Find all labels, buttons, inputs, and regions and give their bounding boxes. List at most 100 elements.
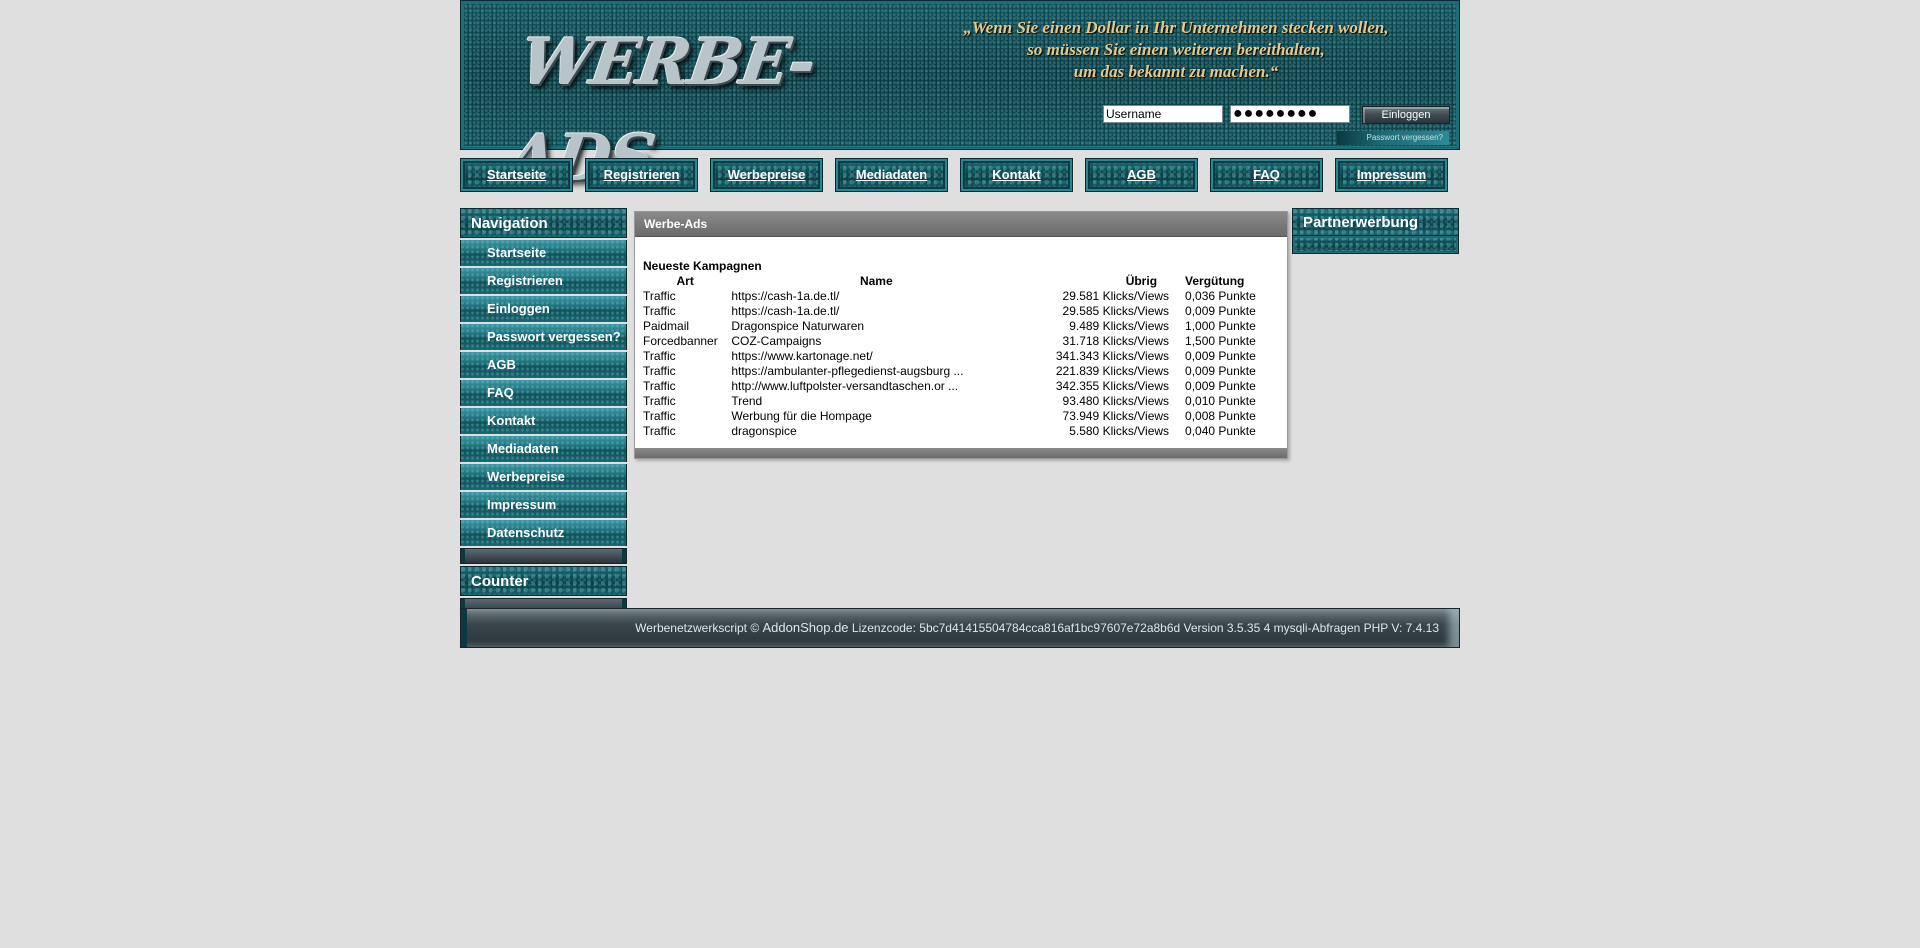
table-row: Traffic Trend 93.480 Klicks/Views 0,010 Pun… [641, 393, 1287, 408]
topnav-werbepreise[interactable]: Werbepreise [710, 158, 823, 192]
footer-info: Lizenzcode: 5bc7d41415504784cca816af1bc9… [851, 621, 1439, 635]
sidebar-item-kontakt[interactable]: Kontakt [460, 408, 627, 434]
cell-name: COZ-Campaigns [731, 333, 822, 348]
footer-script-text: Werbenetzwerkscript © [635, 621, 760, 635]
topnav-registrieren[interactable]: Registrieren [585, 158, 698, 192]
cell-art: Traffic [643, 423, 676, 438]
site-logo[interactable]: WERBE-ADS [502, 15, 827, 196]
cell-uebrig: 93.480 Klicks/Views [1062, 393, 1170, 408]
cell-uebrig: 9.489 Klicks/Views [1069, 318, 1170, 333]
table-row: Traffic Werbung für die Hompage 73.949 Kli… [641, 408, 1287, 423]
table-row: Paidmail Dragonspice Naturwaren 9.489 Klic… [641, 318, 1287, 333]
cell-art: Traffic [643, 378, 676, 393]
cell-uebrig: 73.949 Klicks/Views [1062, 408, 1170, 423]
topnav-faq[interactable]: FAQ [1210, 158, 1323, 192]
table-row: Traffic https://cash-1a.de.tl/29.585 Klic… [641, 303, 1287, 318]
table-row: Traffic https://www.kartonage.net/341.343… [641, 348, 1287, 363]
cell-name: Dragonspice Naturwaren [731, 318, 865, 333]
login-button[interactable]: Einloggen [1362, 106, 1450, 124]
footer-bar: Werbenetzwerkscript © AddonShop.de Lizen… [460, 608, 1460, 648]
sidebar-item-passwort-vergessen[interactable]: Passwort vergessen? [460, 324, 627, 350]
cell-name: http://www.luftpolster-versandtaschen.or… [731, 378, 959, 393]
cell-uebrig: 29.585 Klicks/Views [1062, 303, 1170, 318]
cell-art: Traffic [643, 303, 676, 318]
cell-verguetung: 0,009 Punkte [1185, 378, 1256, 393]
header-banner: WERBE-ADS „Wenn Sie einen Dollar in Ihr … [460, 0, 1460, 196]
column-header-verguetung: Vergütung [1185, 273, 1245, 288]
partner-box: Partnerwerbung [1292, 208, 1459, 254]
sidebar-item-faq[interactable]: FAQ [460, 380, 627, 406]
cell-verguetung: 0,008 Punkte [1185, 408, 1256, 423]
partner-title: Partnerwerbung [1292, 208, 1459, 236]
cell-verguetung: 0,009 Punkte [1185, 363, 1256, 378]
cell-art: Traffic [643, 288, 676, 303]
campaign-table: Art Name Übrig Vergütung Traffic https://… [641, 273, 1287, 438]
table-header-row: Art Name Übrig Vergütung [641, 273, 1287, 288]
quote-line: so müssen Sie einen weiteren bereithalte… [1027, 40, 1325, 59]
column-header-uebrig: Übrig [1125, 273, 1158, 288]
sidebar-item-mediadaten[interactable]: Mediadaten [460, 436, 627, 462]
sidebar-item-startseite[interactable]: Startseite [460, 240, 627, 266]
table-row: Traffic http://www.luftpolster-versandtas… [641, 378, 1287, 393]
column-header-art: Art [676, 273, 694, 288]
forgot-password-link[interactable]: Passwort vergessen? [1337, 131, 1449, 145]
cell-uebrig: 5.580 Klicks/Views [1069, 423, 1170, 438]
cell-verguetung: 0,009 Punkte [1185, 348, 1256, 363]
cell-uebrig: 221.839 Klicks/Views [1055, 363, 1170, 378]
counter-title: Counter [460, 566, 627, 596]
topnav-impressum[interactable]: Impressum [1335, 158, 1448, 192]
table-row: Forcedbanner COZ-Campaigns 31.718 Klicks/V… [641, 333, 1287, 348]
section-title: Neueste Kampagnen [643, 259, 762, 273]
cell-uebrig: 31.718 Klicks/Views [1062, 333, 1170, 348]
table-row: Traffic dragonspice 5.580 Klicks/Views 0,04… [641, 423, 1287, 438]
cell-uebrig: 29.581 Klicks/Views [1062, 288, 1170, 303]
panel-footer-bar [635, 448, 1287, 458]
sidebar-item-registrieren[interactable]: Registrieren [460, 268, 627, 294]
quote-line: „Wenn Sie einen Dollar in Ihr Unternehme… [963, 18, 1389, 37]
cell-art: Traffic [643, 408, 676, 423]
footer-shop-link[interactable]: AddonShop.de [763, 620, 849, 635]
partner-body [1292, 236, 1459, 254]
sidebar-item-impressum[interactable]: Impressum [460, 492, 627, 518]
topnav-mediadaten[interactable]: Mediadaten [835, 158, 948, 192]
panel-title: Werbe-Ads [635, 212, 1287, 237]
cell-verguetung: 1,500 Punkte [1185, 333, 1256, 348]
sidebar: Navigation Startseite Registrieren Einlo… [460, 208, 627, 614]
cell-art: Traffic [643, 348, 676, 363]
cell-art: Traffic [643, 363, 676, 378]
cell-art: Forcedbanner [643, 333, 718, 348]
sidebar-item-agb[interactable]: AGB [460, 352, 627, 378]
topnav-agb[interactable]: AGB [1085, 158, 1198, 192]
cell-name: https://ambulanter-pflegedienst-augsburg… [731, 363, 964, 378]
cell-verguetung: 0,009 Punkte [1185, 303, 1256, 318]
password-input[interactable]: ●●●●●●●● [1230, 105, 1350, 123]
topnav-startseite[interactable]: Startseite [460, 158, 573, 192]
main-panel: Werbe-Ads Neueste Kampagnen Art Name Übr… [634, 211, 1288, 459]
username-input[interactable]: Username [1103, 105, 1223, 123]
cell-verguetung: 1,000 Punkte [1185, 318, 1256, 333]
cell-name: dragonspice [731, 423, 797, 438]
table-row: Traffic https://ambulanter-pflegedienst-a… [641, 363, 1287, 378]
cell-uebrig: 341.343 Klicks/Views [1055, 348, 1170, 363]
sidebar-item-einloggen[interactable]: Einloggen [460, 296, 627, 322]
quote-line: um das bekannt zu machen.“ [1073, 62, 1279, 81]
cell-art: Paidmail [643, 318, 690, 333]
sidebar-title: Navigation [460, 208, 627, 238]
column-header-name: Name [859, 273, 893, 288]
cell-name: https://cash-1a.de.tl/ [731, 288, 840, 303]
cell-uebrig: 342.355 Klicks/Views [1055, 378, 1170, 393]
topnav-kontakt[interactable]: Kontakt [960, 158, 1073, 192]
cell-name: https://www.kartonage.net/ [731, 348, 873, 363]
cell-name: Werbung für die Hompage [731, 408, 872, 423]
header-quote: „Wenn Sie einen Dollar in Ihr Unternehme… [916, 17, 1436, 83]
sidebar-item-werbepreise[interactable]: Werbepreise [460, 464, 627, 490]
cell-name: Trend [731, 393, 763, 408]
cell-verguetung: 0,040 Punkte [1185, 423, 1256, 438]
sidebar-item-datenschutz[interactable]: Datenschutz [460, 520, 627, 546]
table-row: Traffic https://cash-1a.de.tl/29.581 Klic… [641, 288, 1287, 303]
cell-verguetung: 0,036 Punkte [1185, 288, 1256, 303]
sidebar-divider [460, 548, 627, 564]
cell-verguetung: 0,010 Punkte [1185, 393, 1256, 408]
cell-name: https://cash-1a.de.tl/ [731, 303, 840, 318]
cell-art: Traffic [643, 393, 676, 408]
